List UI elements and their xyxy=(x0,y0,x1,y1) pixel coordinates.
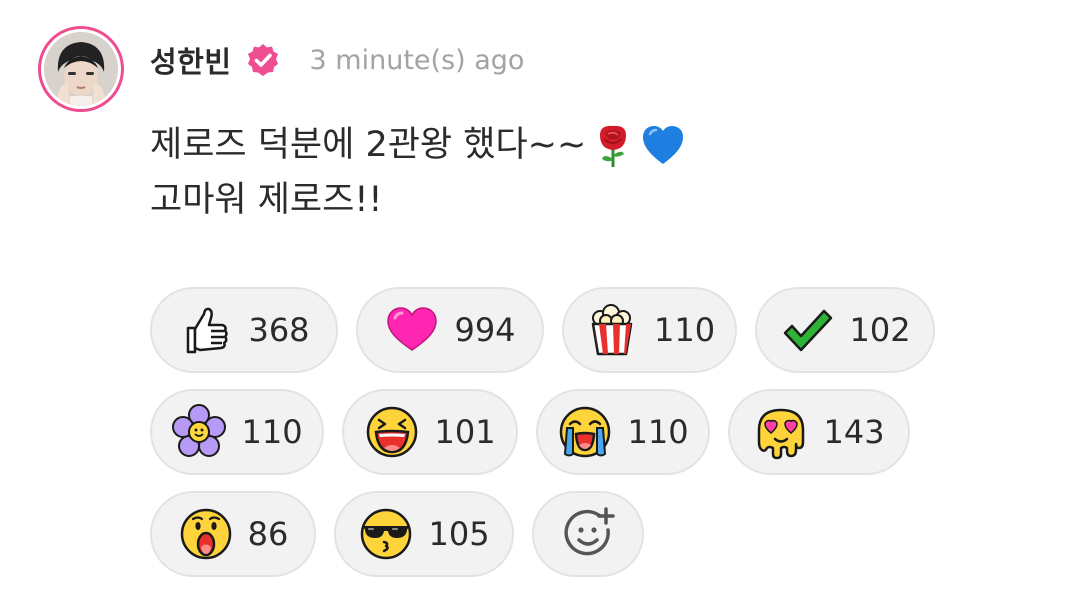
blue-heart-icon xyxy=(640,123,686,169)
reaction-count: 143 xyxy=(823,413,885,451)
message-line-2: 고마워 제로즈!! xyxy=(150,173,686,228)
green-check-icon xyxy=(779,302,835,358)
avatar-photo xyxy=(44,32,118,106)
melting-love-face-icon xyxy=(753,404,809,460)
post-header: 성한빈 3 minute(s) ago xyxy=(150,38,524,82)
cool-kiss-face-icon xyxy=(358,506,414,562)
message-text-1: 제로즈 덕분에 2관왕 했다~~ xyxy=(150,125,587,165)
reaction-row: 368 994 110 102 xyxy=(150,287,1050,373)
reaction-row: 110 101 110 143 xyxy=(150,389,1050,475)
reaction-chip-popcorn[interactable]: 110 xyxy=(562,287,737,373)
reaction-count: 101 xyxy=(434,413,496,451)
verified-badge-icon xyxy=(246,43,280,77)
reaction-count: 105 xyxy=(428,515,490,553)
reaction-chip-laughing[interactable]: 101 xyxy=(342,389,518,475)
reaction-count: 110 xyxy=(241,413,303,451)
thumbs-up-icon xyxy=(178,302,234,358)
reaction-chip-crying[interactable]: 110 xyxy=(536,389,710,475)
reaction-count: 994 xyxy=(454,311,516,349)
username[interactable]: 성한빈 xyxy=(150,39,232,81)
reaction-count: 110 xyxy=(627,413,689,451)
post-message: 제로즈 덕분에 2관왕 했다~~ 고마워 제로즈!! xyxy=(150,118,686,228)
reaction-count: 102 xyxy=(849,311,911,349)
reaction-chip-check[interactable]: 102 xyxy=(755,287,935,373)
reaction-chip-melting-love[interactable]: 143 xyxy=(728,389,910,475)
reaction-count: 368 xyxy=(248,311,310,349)
reaction-chip-surprised[interactable]: 86 xyxy=(150,491,316,577)
surprised-face-icon xyxy=(178,506,234,562)
message-line-1: 제로즈 덕분에 2관왕 했다~~ xyxy=(150,118,686,173)
add-reaction-button[interactable] xyxy=(532,491,644,577)
message-text-2: 고마워 제로즈!! xyxy=(150,180,383,220)
crying-face-icon xyxy=(557,404,613,460)
reaction-count: 86 xyxy=(247,515,289,553)
post-timestamp: 3 minute(s) ago xyxy=(309,44,525,76)
purple-flower-icon xyxy=(171,404,227,460)
add-reaction-icon xyxy=(560,506,616,562)
avatar[interactable] xyxy=(38,26,124,112)
reaction-chip-heart[interactable]: 994 xyxy=(356,287,544,373)
reaction-chip-cool-kiss[interactable]: 105 xyxy=(334,491,514,577)
pink-heart-icon xyxy=(384,302,440,358)
reaction-count: 110 xyxy=(653,311,716,349)
reaction-chip-thumbs-up[interactable]: 368 xyxy=(150,287,338,373)
reaction-chip-flower[interactable]: 110 xyxy=(150,389,324,475)
reaction-bar: 368 994 110 102 110 101 110 143 86 105 xyxy=(150,287,1050,593)
rose-icon xyxy=(590,123,636,169)
reaction-row: 86 105 xyxy=(150,491,1050,577)
laughing-face-icon xyxy=(364,404,420,460)
popcorn-icon xyxy=(584,302,640,358)
